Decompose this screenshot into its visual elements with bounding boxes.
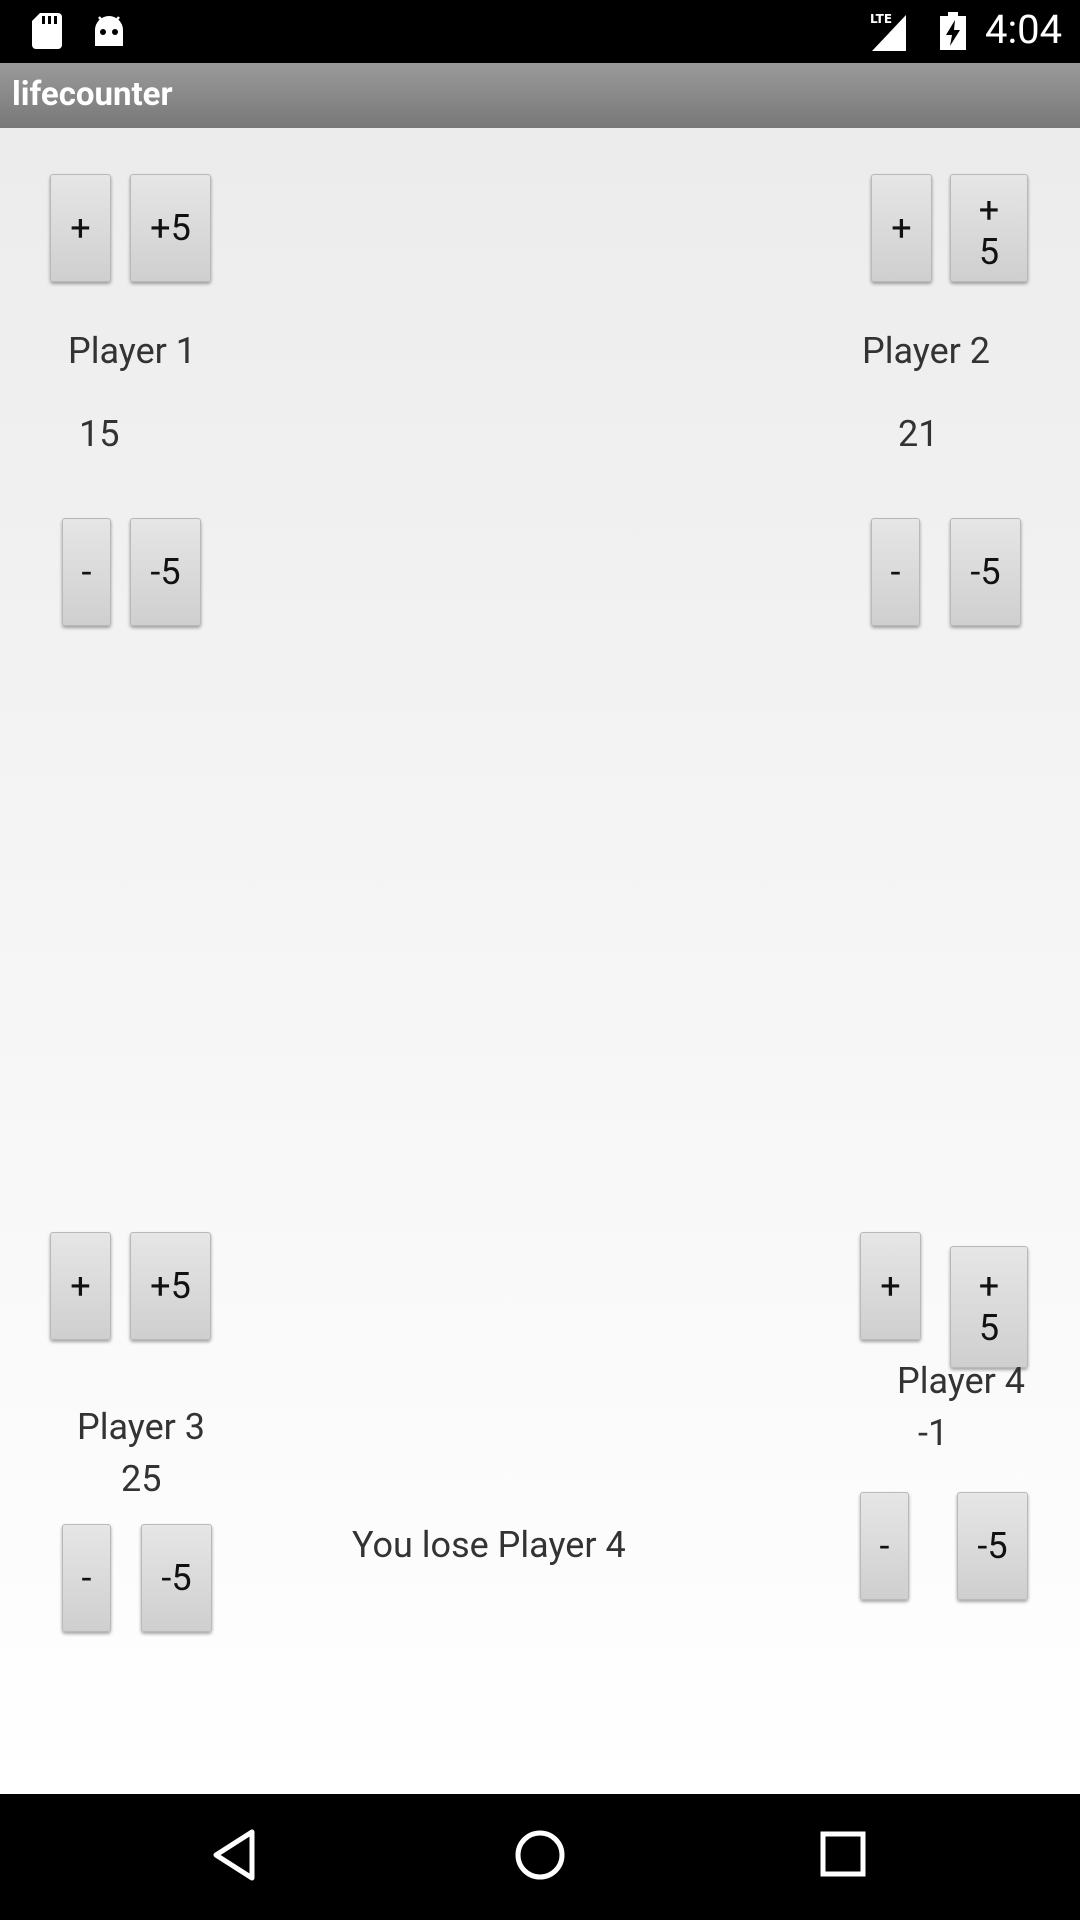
player2-name: Player 2 xyxy=(862,330,991,372)
player4-minus5-button[interactable]: -5 xyxy=(957,1492,1028,1600)
player2-plus5-button[interactable]: +5 xyxy=(950,174,1028,282)
status-bar: LTE 4:04 xyxy=(0,0,1080,63)
player4-plus-button[interactable]: + xyxy=(860,1232,921,1340)
player2-minus-button[interactable]: - xyxy=(871,518,920,626)
player4-plus5-label: +5 xyxy=(978,1265,1000,1349)
recents-icon[interactable] xyxy=(820,1831,866,1877)
player1-plus-button[interactable]: + xyxy=(50,174,111,282)
game-status-message: You lose Player 4 xyxy=(352,1524,626,1566)
player1-name: Player 1 xyxy=(68,330,197,372)
player2-plus-button[interactable]: + xyxy=(871,174,932,282)
player1-plus5-button[interactable]: +5 xyxy=(130,174,211,282)
player3-plus-button[interactable]: + xyxy=(50,1232,111,1340)
player2-life: 21 xyxy=(898,413,939,455)
player1-life: 15 xyxy=(79,413,120,455)
back-icon[interactable] xyxy=(212,1829,256,1881)
status-clock: 4:04 xyxy=(985,6,1063,53)
player3-life: 25 xyxy=(121,1458,162,1500)
player2-plus5-label: +5 xyxy=(978,189,1000,273)
player1-minus-button[interactable]: - xyxy=(62,518,111,626)
player3-name: Player 3 xyxy=(77,1406,206,1448)
svg-text:LTE: LTE xyxy=(870,12,892,26)
home-icon[interactable] xyxy=(514,1829,566,1881)
player4-minus-button[interactable]: - xyxy=(860,1492,909,1600)
navigation-bar xyxy=(0,1794,1080,1920)
player4-life: -1 xyxy=(918,1412,949,1454)
battery-charging-icon xyxy=(940,12,966,50)
sd-card-icon xyxy=(32,13,62,49)
action-bar: lifecounter xyxy=(0,63,1080,128)
player2-minus5-button[interactable]: -5 xyxy=(950,518,1021,626)
android-debug-icon xyxy=(95,16,123,46)
player1-minus5-button[interactable]: -5 xyxy=(130,518,201,626)
player4-plus5-button[interactable]: +5 xyxy=(950,1246,1028,1368)
lte-signal-icon: LTE xyxy=(870,12,906,51)
app-title: lifecounter xyxy=(12,75,173,114)
player3-plus5-button[interactable]: +5 xyxy=(130,1232,211,1340)
player3-minus5-button[interactable]: -5 xyxy=(141,1524,212,1632)
player4-name: Player 4 xyxy=(897,1360,1026,1402)
player3-minus-button[interactable]: - xyxy=(62,1524,111,1632)
